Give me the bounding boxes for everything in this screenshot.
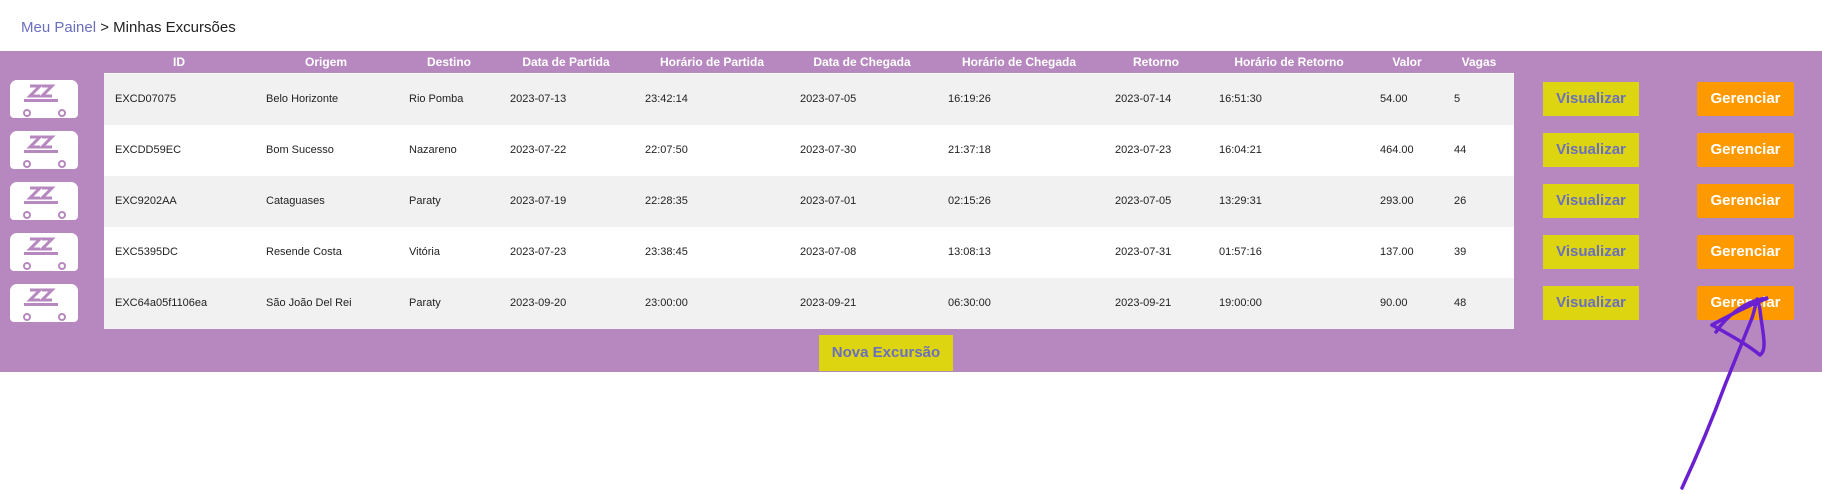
cell-horario-partida: 23:00:00 [645,297,688,309]
cell-vagas: 5 [1454,93,1461,105]
table-row: EXC5395DC Resende Costa Vitória 2023-07-23 2… [104,227,1514,278]
header-destino: Destino [426,55,471,69]
cell-retorno: 2023-09-21 [1115,297,1172,309]
table-row: EXC9202AA Cataguases Paraty 2023-07-19 22:28… [104,176,1514,227]
cell-retorno: 2023-07-05 [1115,195,1172,207]
cell-data-chegada: 2023-07-01 [800,195,857,207]
cell-horario-chegada: 02:15:26 [948,195,991,207]
cell-horario-retorno: 16:04:21 [1219,144,1262,156]
cell-horario-retorno: 13:29:31 [1219,195,1262,207]
breadcrumb: Meu Painel > Minhas Excursões [21,19,236,36]
cell-horario-partida: 23:42:14 [645,93,688,105]
manage-button[interactable]: Gerenciar [1697,82,1794,116]
header-id: ID [173,55,185,69]
cell-valor: 90.00 [1380,297,1408,309]
bus-logo-icon [10,284,78,322]
cell-retorno: 2023-07-14 [1115,93,1172,105]
bus-logo-icon [10,182,78,220]
cell-destino: Paraty [409,297,441,309]
bus-logo-icon [10,233,78,271]
cell-origem: Bom Sucesso [266,144,334,156]
cell-data-partida: 2023-07-13 [510,93,567,105]
breadcrumb-link-meu-painel[interactable]: Meu Painel [21,19,96,36]
view-button[interactable]: Visualizar [1543,82,1639,116]
bus-logo-icon [10,131,78,169]
header-horario-retorno: Horário de Retorno [1234,55,1344,69]
cell-id: EXC9202AA [115,195,177,207]
cell-valor: 137.00 [1380,246,1414,258]
header-retorno: Retorno [1133,55,1179,69]
cell-data-partida: 2023-09-20 [510,297,567,309]
table-row: EXC64a05f1106ea São João Del Rei Paraty 202… [104,278,1514,329]
cell-origem: Cataguases [266,195,325,207]
cell-horario-chegada: 13:08:13 [948,246,991,258]
view-button[interactable]: Visualizar [1543,184,1639,218]
cell-vagas: 44 [1454,144,1467,156]
cell-retorno: 2023-07-23 [1115,144,1172,156]
cell-data-chegada: 2023-07-08 [800,246,857,258]
breadcrumb-separator: > [100,19,109,36]
cell-horario-retorno: 01:57:16 [1219,246,1262,258]
cell-vagas: 26 [1454,195,1467,207]
manage-button[interactable]: Gerenciar [1697,133,1794,167]
bus-logo-icon [10,80,78,118]
header-vagas: Vagas [1461,55,1497,69]
cell-horario-partida: 22:28:35 [645,195,688,207]
cell-origem: Belo Horizonte [266,93,339,105]
view-button[interactable]: Visualizar [1543,133,1639,167]
cell-data-chegada: 2023-07-30 [800,144,857,156]
header-data-partida: Data de Partida [522,55,610,69]
table-row: EXCDD59EC Bom Sucesso Nazareno 2023-07-22 22… [104,125,1514,176]
cell-id: EXCDD59EC [115,144,182,156]
cell-horario-retorno: 16:51:30 [1219,93,1262,105]
cell-destino: Nazareno [409,144,457,156]
cell-horario-chegada: 21:37:18 [948,144,991,156]
cell-id: EXC5395DC [115,246,178,258]
cell-horario-partida: 22:07:50 [645,144,688,156]
cell-destino: Vitória [409,246,440,258]
view-button[interactable]: Visualizar [1543,286,1639,320]
cell-id: EXC64a05f1106ea [115,297,208,309]
header-horario-chegada: Horário de Chegada [961,55,1077,69]
header-horario-partida: Horário de Partida [659,55,765,69]
cell-id: EXCD07075 [115,93,177,105]
cell-horario-chegada: 16:19:26 [948,93,991,105]
cell-valor: 293.00 [1380,195,1414,207]
manage-button[interactable]: Gerenciar [1697,235,1794,269]
cell-valor: 54.00 [1380,93,1408,105]
header-origem: Origem [304,55,347,69]
cell-horario-retorno: 19:00:00 [1219,297,1262,309]
manage-button[interactable]: Gerenciar [1697,184,1794,218]
cell-destino: Paraty [409,195,441,207]
cell-vagas: 39 [1454,246,1467,258]
new-excursion-button[interactable]: Nova Excursão [819,335,953,371]
cell-destino: Rio Pomba [409,93,464,105]
cell-retorno: 2023-07-31 [1115,246,1172,258]
cell-origem: Resende Costa [266,246,342,258]
cell-horario-chegada: 06:30:00 [948,297,991,309]
view-button[interactable]: Visualizar [1543,235,1639,269]
header-data-chegada: Data de Chegada [813,55,911,69]
cell-data-chegada: 2023-09-21 [800,297,857,309]
cell-data-partida: 2023-07-19 [510,195,567,207]
cell-valor: 464.00 [1380,144,1414,156]
cell-data-partida: 2023-07-22 [510,144,567,156]
cell-data-partida: 2023-07-23 [510,246,567,258]
breadcrumb-current: Minhas Excursões [113,19,236,36]
cell-origem: São João Del Rei [266,297,352,309]
cell-vagas: 48 [1454,297,1467,309]
table-row: EXCD07075 Belo Horizonte Rio Pomba 2023-07-… [104,74,1514,125]
header-valor: Valor [1392,55,1422,69]
cell-horario-partida: 23:38:45 [645,246,688,258]
cell-data-chegada: 2023-07-05 [800,93,857,105]
manage-button[interactable]: Gerenciar [1697,286,1794,320]
